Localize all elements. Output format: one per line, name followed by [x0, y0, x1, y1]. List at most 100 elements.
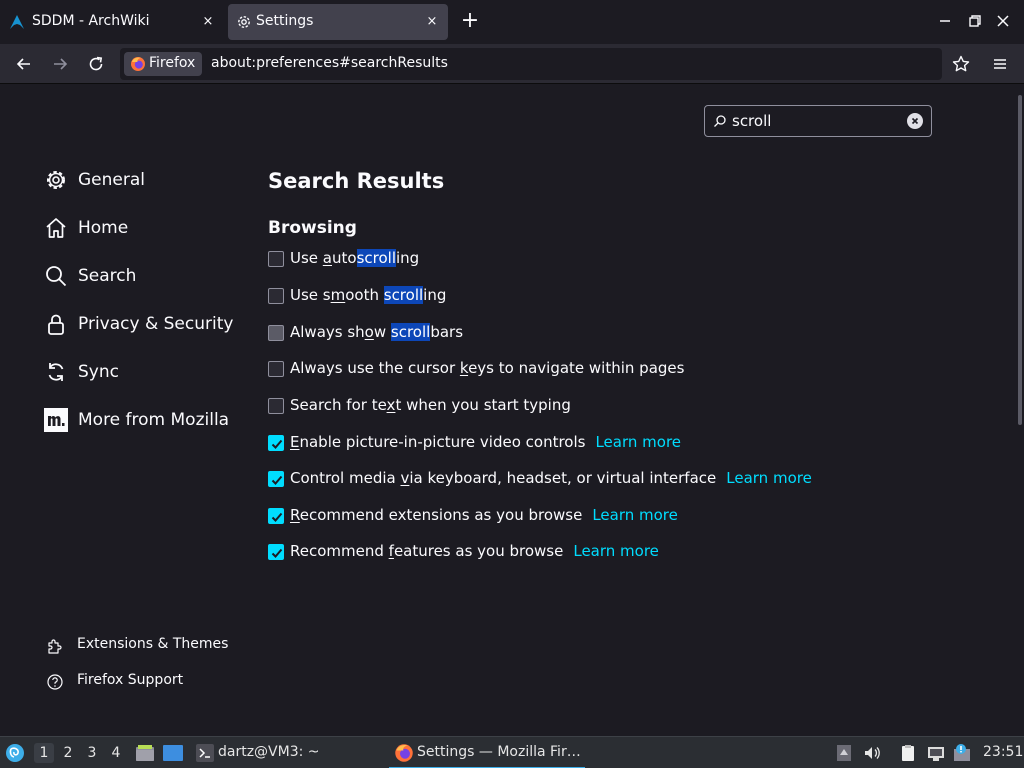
new-tab-button[interactable]: +	[458, 10, 482, 34]
category-home[interactable]: Home	[44, 212, 128, 244]
checkmark-icon	[271, 439, 283, 449]
start-menu-icon[interactable]	[5, 743, 25, 763]
workspace-2[interactable]: 2	[58, 743, 78, 763]
learn-more-link[interactable]: Learn more	[573, 542, 659, 560]
checkmark-icon	[271, 475, 283, 485]
option-checkbox[interactable]	[268, 544, 284, 560]
tab-settings[interactable]: Settings ×	[228, 4, 448, 40]
footer-link-label: Firefox Support	[77, 672, 184, 688]
label-text: Recommend	[290, 542, 389, 560]
search-highlight: scroll	[390, 323, 431, 341]
firefox-task-label: Settings — Mozilla Fir…	[417, 744, 581, 760]
workspace-1[interactable]: 1	[34, 743, 54, 763]
puzzle-piece-icon	[48, 639, 62, 654]
option-checkbox[interactable]	[268, 508, 284, 524]
workspace-4[interactable]: 4	[106, 743, 126, 763]
access-key: R	[290, 506, 300, 524]
option-checkbox[interactable]	[268, 325, 284, 341]
close-tab-icon[interactable]: ×	[424, 14, 440, 30]
firefox-task[interactable]: Settings — Mozilla Fir…	[389, 737, 585, 768]
clear-search-icon[interactable]	[907, 113, 923, 129]
url-text[interactable]: about:preferences#searchResults	[211, 55, 448, 71]
option-label: Control media via keyboard, headset, or …	[290, 469, 812, 487]
forward-icon[interactable]	[50, 54, 70, 74]
navigation-toolbar: Firefox about:preferences#searchResults	[0, 44, 1024, 84]
option-checkbox[interactable]	[268, 398, 284, 414]
option-label: Always use the cursor keys to navigate w…	[290, 359, 684, 377]
identity-box[interactable]: Firefox	[124, 52, 202, 76]
minimize-icon[interactable]	[936, 12, 954, 30]
home-icon	[46, 218, 66, 238]
checkmark-icon	[271, 512, 283, 522]
clipboard-arrow-icon[interactable]	[835, 744, 853, 762]
reload-icon[interactable]	[86, 54, 106, 74]
category-search[interactable]: Search	[44, 260, 136, 292]
sync-icon	[48, 363, 64, 381]
option-label: Use smooth scrolling	[290, 286, 446, 304]
option-label: Enable picture-in-picture video controls…	[290, 433, 681, 451]
option-checkbox[interactable]	[268, 435, 284, 451]
clipboard-icon[interactable]	[899, 744, 917, 762]
terminal-task[interactable]: dartz@VM3: ~	[192, 737, 322, 768]
menu-icon[interactable]	[990, 54, 1010, 74]
option-label: Recommend features as you browse Learn mo…	[290, 542, 659, 560]
preferences-page: scroll General Home Search Privacy & Sec…	[0, 85, 1024, 736]
tab-sddm-archwiki[interactable]: SDDM - ArchWiki ×	[0, 4, 224, 40]
access-key: o	[364, 323, 374, 341]
label-text: w	[373, 323, 391, 341]
option-checkbox[interactable]	[268, 251, 284, 267]
label-text: eys to navigate within pages	[468, 359, 685, 377]
option-checkbox[interactable]	[268, 361, 284, 377]
access-key: k	[459, 359, 469, 377]
learn-more-link[interactable]: Learn more	[595, 433, 681, 451]
terminal-task-label: dartz@VM3: ~	[218, 744, 320, 760]
label-text: ia keyboard, headset, or virtual interfa…	[409, 469, 717, 487]
category-label: Privacy & Security	[78, 314, 234, 334]
page-title: Search Results	[268, 169, 445, 193]
close-window-icon[interactable]	[994, 12, 1012, 30]
learn-more-link[interactable]: Learn more	[592, 506, 678, 524]
category-general[interactable]: General	[44, 164, 145, 196]
category-privacy-security[interactable]: Privacy & Security	[44, 308, 233, 340]
firefox-icon	[395, 744, 413, 762]
desktop-icon[interactable]	[163, 744, 183, 762]
volume-icon[interactable]	[863, 744, 881, 762]
preferences-search-input[interactable]: scroll	[704, 105, 932, 137]
option-label: Use autoscrolling	[290, 249, 419, 267]
url-bar[interactable]: Firefox about:preferences#searchResults	[120, 48, 942, 80]
update-notifier-icon[interactable]	[953, 744, 971, 762]
close-tab-icon[interactable]: ×	[200, 14, 216, 30]
tab-strip: SDDM - ArchWiki × Settings × +	[0, 0, 1024, 44]
workspace-3[interactable]: 3	[82, 743, 102, 763]
option-checkbox[interactable]	[268, 288, 284, 304]
category-label: Sync	[78, 362, 119, 382]
section-title: Browsing	[268, 218, 357, 238]
lock-icon	[48, 314, 64, 335]
access-key: a	[322, 249, 332, 267]
search-highlight: scroll	[383, 286, 424, 304]
learn-more-link[interactable]: Learn more	[726, 469, 812, 487]
label-text: nable picture-in-picture video controls	[299, 433, 586, 451]
checkmark-icon	[271, 548, 283, 558]
restore-icon[interactable]	[966, 12, 984, 30]
network-icon[interactable]	[927, 744, 945, 762]
search-icon	[46, 266, 67, 287]
category-sync[interactable]: Sync	[44, 356, 119, 388]
search-value: scroll	[732, 112, 772, 130]
category-more-from-mozilla[interactable]: More from Mozilla	[44, 404, 229, 436]
back-icon[interactable]	[14, 54, 34, 74]
bookmark-star-icon[interactable]	[951, 54, 971, 74]
option-label: Search for text when you start typing	[290, 396, 571, 414]
mozilla-logo-icon	[44, 408, 68, 432]
label-text: eatures as you browse	[393, 542, 564, 560]
label-text: Use	[290, 249, 323, 267]
label-text: Search for te	[290, 396, 387, 414]
category-label: Home	[78, 218, 129, 238]
file-manager-icon[interactable]	[135, 743, 155, 763]
label-text: ooth	[345, 286, 384, 304]
scrollbar[interactable]	[1018, 95, 1022, 425]
option-label: Recommend extensions as you browse Learn …	[290, 506, 678, 524]
option-checkbox[interactable]	[268, 471, 284, 487]
help-icon	[47, 674, 63, 690]
label-text: ing	[396, 249, 420, 267]
